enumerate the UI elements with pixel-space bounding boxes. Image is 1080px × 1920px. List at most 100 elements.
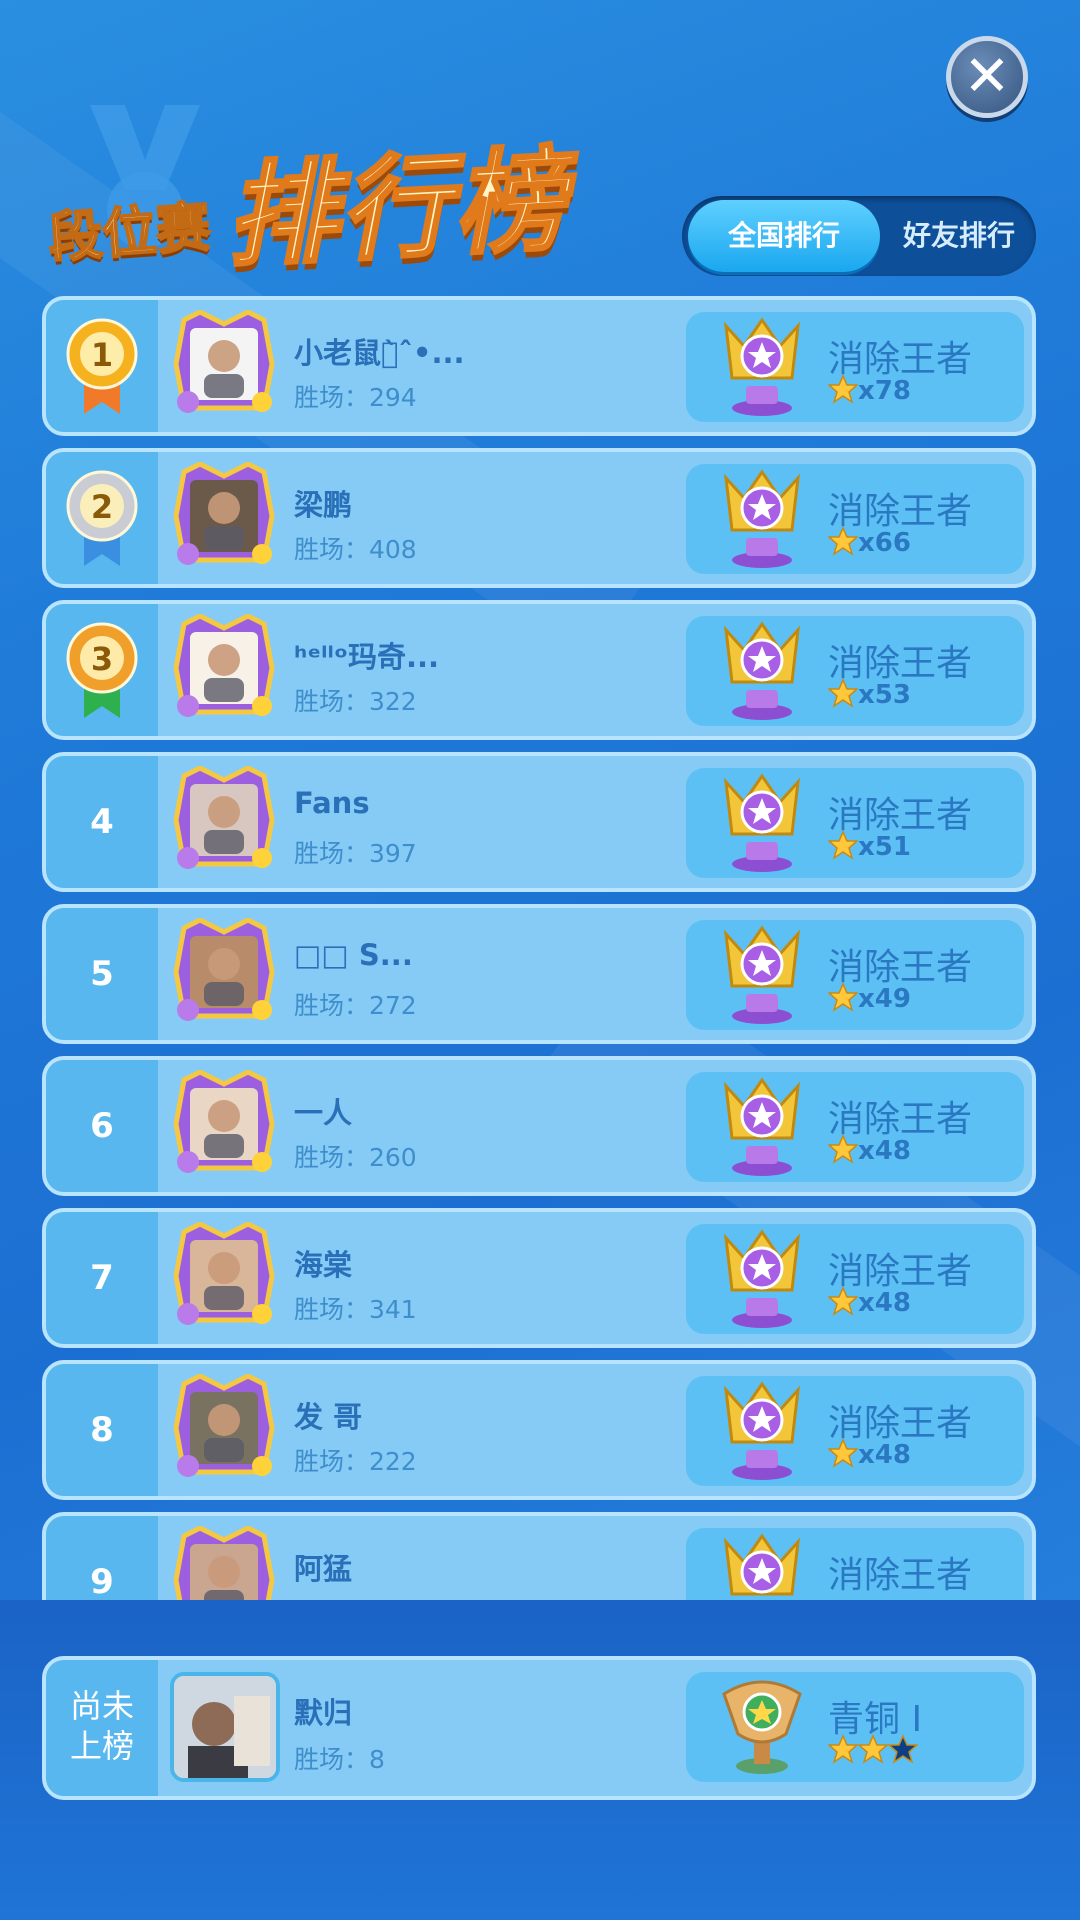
tier-name: 消除王者 xyxy=(828,1555,973,1596)
tier-stars: x48 xyxy=(828,1134,911,1166)
king-trophy-icon xyxy=(723,1533,801,1596)
tier-stars: x66 xyxy=(828,526,911,558)
player-name: 小老鼠ก̀ˆ•... xyxy=(294,336,465,370)
star-count: x48 xyxy=(858,1136,911,1166)
win-count: 胜场：408 xyxy=(294,535,417,564)
leaderboard-row[interactable]: 8 发 哥胜场：222 消除王者 x48 xyxy=(42,1360,1036,1500)
king-trophy-icon xyxy=(723,773,801,872)
tier-badge: 消除王者 x48 xyxy=(686,1376,1024,1486)
player-name: 海棠 xyxy=(294,1248,353,1282)
rank-cell: 8 xyxy=(46,1364,158,1496)
tier-stars: x48 xyxy=(828,1438,911,1470)
win-count: 胜场：294 xyxy=(294,383,417,412)
svg-text:2: 2 xyxy=(91,488,113,526)
star-icon xyxy=(828,1286,858,1316)
avatar-frame-icon xyxy=(173,1222,275,1325)
tier-badge: 消除王者 x78 xyxy=(686,312,1024,422)
tier-badge: 消除王者 x48 xyxy=(686,1224,1024,1334)
star-filled-icon xyxy=(858,1734,888,1764)
rank-cell: 尚未 上榜 xyxy=(46,1660,158,1796)
tier-badge: 青铜 Ⅰ xyxy=(686,1672,1024,1782)
title-small: 段位赛 xyxy=(45,194,213,270)
star-icon xyxy=(828,678,858,708)
my-rank-row: 尚未 上榜 默归 胜场：8 青铜 Ⅰ xyxy=(42,1656,1036,1800)
player-name: 阿猛 xyxy=(294,1552,353,1586)
rank-cell: 9 xyxy=(46,1516,158,1600)
leaderboard-row[interactable]: 33 ʰᵉˡˡᵒ玛奇... 胜场：322 消除王者x53 xyxy=(42,600,1036,740)
close-button[interactable]: ✕ xyxy=(946,36,1028,118)
win-count: 胜场：8 xyxy=(294,1745,385,1774)
bronze-trophy-icon xyxy=(722,1680,802,1774)
rank-number: 4 xyxy=(90,802,114,842)
king-trophy-icon xyxy=(723,1229,801,1328)
tier-stars: x48 xyxy=(828,1286,911,1318)
avatar-frame-icon xyxy=(173,918,275,1021)
avatar-frame-icon xyxy=(173,462,275,565)
tier-stars: x51 xyxy=(828,830,911,862)
player-name: 默归 xyxy=(294,1696,353,1730)
avatar[interactable] xyxy=(170,1672,280,1782)
leaderboard-row[interactable]: 5 □□ S... 胜场：272 消除王者 x49 xyxy=(42,904,1036,1044)
rank-cell: 33 xyxy=(46,604,158,736)
rank-cell: 7 xyxy=(46,1212,158,1344)
rank-cell: 6 xyxy=(46,1060,158,1192)
rank-medal-icon: 3 xyxy=(66,622,138,718)
page-title: 段位赛 排行榜 xyxy=(40,100,620,284)
star-icon xyxy=(828,982,858,1012)
win-count: 胜场：341 xyxy=(294,1295,417,1324)
avatar-frame-icon xyxy=(173,1070,275,1173)
player-name: ʰᵉˡˡᵒ玛奇... xyxy=(294,640,440,674)
leaderboard-row[interactable]: 22 梁鹏胜场：408 消除王者x66 xyxy=(42,448,1036,588)
star-count: x53 xyxy=(858,680,911,710)
rank-number: 5 xyxy=(90,954,114,994)
tier-badge: 消除王者 xyxy=(686,1528,1024,1600)
player-name: Fans xyxy=(294,786,370,820)
svg-text:3: 3 xyxy=(91,640,113,678)
tab-friends[interactable]: 好友排行 xyxy=(886,200,1032,272)
rank-number: 7 xyxy=(90,1258,114,1298)
leaderboard-row[interactable]: 4 Fans 胜场：397 消除王者 x51 xyxy=(42,752,1036,892)
close-icon: ✕ xyxy=(963,44,1011,109)
rank-cell: 5 xyxy=(46,908,158,1040)
tier-badge: 消除王者 x48 xyxy=(686,1072,1024,1182)
win-count: 胜场：222 xyxy=(294,1447,417,1476)
star-empty-icon xyxy=(888,1734,918,1764)
tier-stars: x78 xyxy=(828,374,911,406)
star-icon xyxy=(828,526,858,556)
king-trophy-icon xyxy=(723,621,801,720)
win-count: 胜场：260 xyxy=(294,1143,417,1172)
king-trophy-icon xyxy=(723,317,801,416)
leaderboard-row[interactable]: 7 海棠胜场：341 消除王者 x48 xyxy=(42,1208,1036,1348)
tier-badge: 消除王者 x49 xyxy=(686,920,1024,1030)
ranking-tabs: 全国排行 好友排行 xyxy=(682,196,1036,276)
title-big: 排行榜 xyxy=(221,134,572,285)
king-trophy-icon xyxy=(723,1077,801,1176)
rank-number: 8 xyxy=(90,1410,114,1450)
win-count: 胜场：272 xyxy=(294,991,417,1020)
rank-number: 6 xyxy=(90,1106,114,1146)
svg-text:1: 1 xyxy=(91,336,113,374)
avatar-frame-icon xyxy=(173,1374,275,1477)
leaderboard-row[interactable]: 11 小老鼠ก̀ˆ•... 胜场：294 消除王者x78 xyxy=(42,296,1036,436)
star-icon xyxy=(828,1438,858,1468)
rank-medal-icon: 1 xyxy=(66,318,138,414)
star-icon xyxy=(828,374,858,404)
king-trophy-icon xyxy=(723,1381,801,1480)
player-name: 发 哥 xyxy=(294,1400,363,1434)
rank-cell: 22 xyxy=(46,452,158,584)
leaderboard-list[interactable]: 11小老鼠ก̀ˆ•...胜场：294消除王者x7822梁鹏胜场：408消除王者x… xyxy=(0,296,1080,1600)
king-trophy-icon xyxy=(723,469,801,568)
leaderboard-row[interactable]: 9阿猛胜场：消除王者 xyxy=(42,1512,1036,1600)
tier-stars xyxy=(828,1734,918,1766)
avatar-frame-icon xyxy=(173,614,275,717)
star-count: x48 xyxy=(858,1440,911,1470)
leaderboard-row[interactable]: 6 一人 胜场：260 消除王者 x48 xyxy=(42,1056,1036,1196)
tab-national[interactable]: 全国排行 xyxy=(688,200,880,272)
tier-stars: x53 xyxy=(828,678,911,710)
player-name: 梁鹏 xyxy=(294,488,353,522)
tier-badge: 消除王者 x53 xyxy=(686,616,1024,726)
rank-cell: 11 xyxy=(46,300,158,432)
tier-badge: 消除王者 x66 xyxy=(686,464,1024,574)
star-icon xyxy=(828,830,858,860)
star-count: x48 xyxy=(858,1288,911,1318)
